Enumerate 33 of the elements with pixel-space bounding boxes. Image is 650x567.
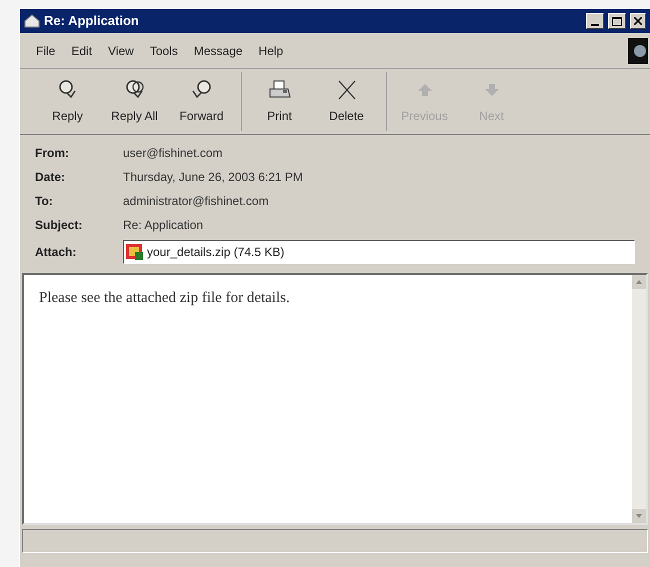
attachment-field[interactable]: your_details.zip (74.5 KB) <box>123 240 635 264</box>
header-label: Subject: <box>35 217 84 234</box>
menu-item[interactable]: View <box>102 40 140 62</box>
attachment-name[interactable]: your_details.zip (74.5 KB) <box>147 243 284 261</box>
menu-item[interactable]: Tools <box>144 40 184 62</box>
header-label: To: <box>35 193 54 210</box>
header-label: Date: <box>35 169 66 186</box>
menu-item[interactable]: Help <box>252 40 290 62</box>
toolbar-button[interactable]: Reply All <box>101 72 168 131</box>
window-title: Re: Application <box>44 12 140 30</box>
header-value: user@fishinet.com <box>123 145 223 162</box>
message-text: Please see the attached zip file for details. <box>38 289 291 308</box>
toolbar-button[interactable]: Forward <box>168 72 235 131</box>
menu-item[interactable]: File <box>30 40 62 62</box>
header-label: Attach: <box>35 244 78 261</box>
header-label: From: <box>35 145 70 162</box>
toolbar-button[interactable]: Delete <box>313 72 380 131</box>
zip-file-icon <box>125 242 145 262</box>
header-value: administrator@fishinet.com <box>123 193 269 210</box>
menu-item[interactable]: Edit <box>65 40 98 62</box>
close-button[interactable] <box>630 13 646 29</box>
close-icon <box>634 17 642 25</box>
printer-icon <box>266 78 292 100</box>
maximize-icon <box>612 16 622 26</box>
toolbar-button[interactable]: Print <box>246 72 313 131</box>
header-value: Re: Application <box>123 217 204 234</box>
header-value: Thursday, June 26, 2003 6:21 PM <box>123 169 303 186</box>
maximize-button[interactable] <box>608 13 626 29</box>
minimize-icon <box>591 24 599 26</box>
minimize-button[interactable] <box>586 13 604 29</box>
menu-item[interactable]: Message <box>188 40 249 62</box>
toolbar-button[interactable]: Reply <box>34 72 101 131</box>
throbber-logo-icon <box>628 38 648 64</box>
